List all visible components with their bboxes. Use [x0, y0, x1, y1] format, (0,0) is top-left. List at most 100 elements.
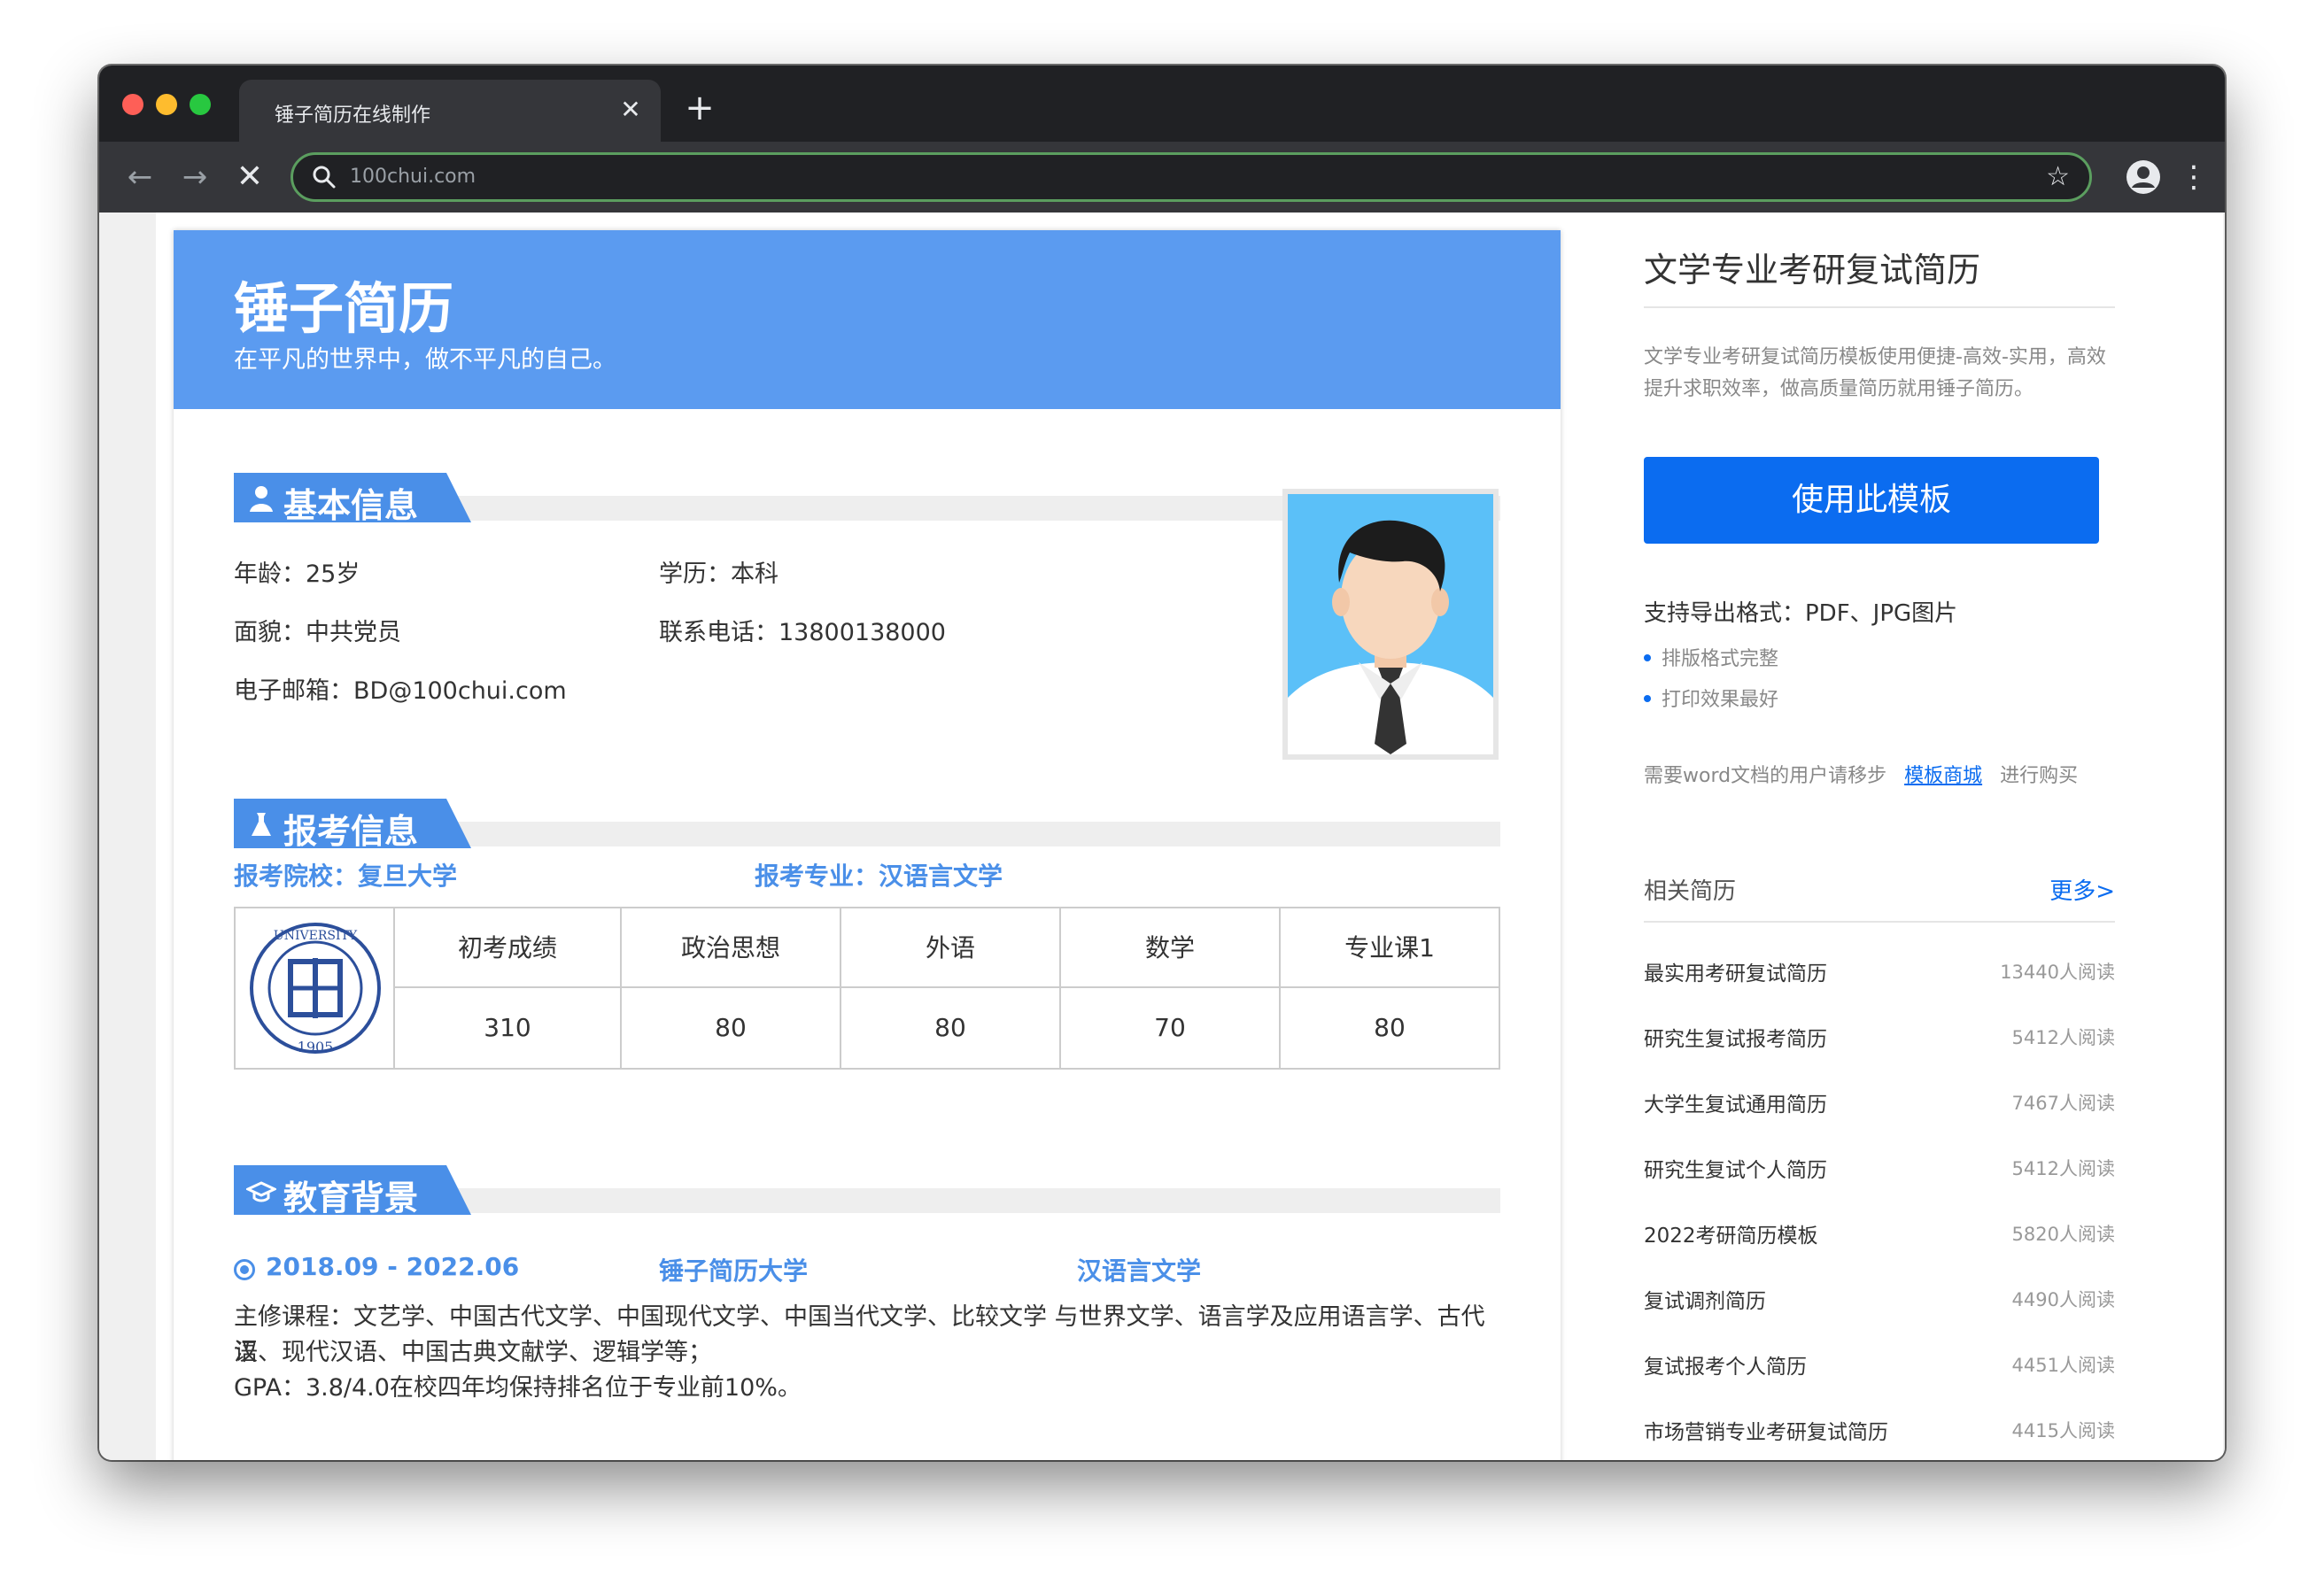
score-value: 310 [484, 1013, 531, 1042]
related-header: 相关简历 更多> [1644, 873, 2115, 926]
score-value: 70 [1154, 1013, 1186, 1042]
related-item[interactable]: 2022考研简历模板 5820人阅读 [1644, 1218, 2115, 1254]
score-value: 80 [1374, 1013, 1406, 1042]
score-column: 专业课1 80 [1281, 908, 1499, 1068]
related-item-count: 5412人阅读 [2011, 1027, 2115, 1048]
active-tab[interactable]: 锤子简历在线制作 ✕ [239, 80, 661, 142]
related-item-count: 5820人阅读 [2011, 1224, 2115, 1245]
section-title: 基本信息 [283, 486, 419, 525]
target-major: 报考专业：汉语言文学 [755, 862, 1003, 891]
related-item[interactable]: 市场营销专业考研复试简历 4415人阅读 [1644, 1415, 2115, 1450]
browser-window: 锤子简历在线制作 ✕ + ← → ✕ 100chui.com ☆ ⋮ 锤子简历 … [99, 66, 2225, 1460]
email-field: 电子邮箱：BD@100chui.com [234, 677, 567, 705]
divider [1644, 921, 2115, 923]
related-item-count: 13440人阅读 [2000, 962, 2115, 983]
related-item[interactable]: 研究生复试报考简历 5412人阅读 [1644, 1022, 2115, 1057]
address-bar[interactable]: 100chui.com ☆ [290, 152, 2092, 202]
university-logo: UNIVERSITY 1905 [236, 908, 395, 1068]
bookmark-star-icon[interactable]: ☆ [2046, 162, 2070, 192]
edu-courses-line2: 语、现代汉语、中国古典文献学、逻辑学等； [234, 1339, 712, 1366]
related-item[interactable]: 复试调剂简历 4490人阅读 [1644, 1284, 2115, 1319]
score-column: 数学 70 [1061, 908, 1281, 1068]
fudan-seal-icon: UNIVERSITY 1905 [250, 923, 381, 1055]
bullet-dot-icon [1644, 654, 1651, 661]
section-title: 报考信息 [283, 812, 419, 851]
close-window-button[interactable] [122, 94, 143, 115]
related-item-name[interactable]: 市场营销专业考研复试简历 [1644, 1415, 1888, 1445]
tab-close-icon[interactable]: ✕ [616, 96, 645, 124]
section-education: 教育背景 [234, 1165, 1500, 1215]
related-item-count: 4490人阅读 [2011, 1289, 2115, 1310]
browser-menu-icon[interactable]: ⋮ [2179, 159, 2209, 195]
politics-field: 面貌：中共党员 [234, 619, 401, 646]
related-item-name[interactable]: 大学生复试通用简历 [1644, 1087, 1827, 1117]
stop-loading-icon[interactable]: ✕ [230, 158, 269, 197]
related-item-count: 4451人阅读 [2011, 1355, 2115, 1376]
edu-major: 汉语言文学 [1077, 1256, 1202, 1286]
related-item-name[interactable]: 研究生复试报考简历 [1644, 1022, 1827, 1052]
resume-subtitle: 在平凡的世界中，做不平凡的自己。 [234, 346, 616, 374]
related-item-name[interactable]: 复试调剂简历 [1644, 1284, 1766, 1314]
edu-period: 2018.09 - 2022.06 [266, 1252, 520, 1281]
feature-text: 打印效果最好 [1662, 689, 1779, 711]
avatar-illustration-icon [1288, 494, 1493, 754]
section-exam-info: 报考信息 [234, 799, 1500, 848]
profile-avatar-icon[interactable] [2126, 159, 2161, 195]
maximize-window-button[interactable] [190, 94, 211, 115]
related-item-name[interactable]: 2022考研简历模板 [1644, 1218, 1818, 1248]
resume-header: 锤子简历 在平凡的世界中，做不平凡的自己。 [174, 230, 1561, 409]
tab-title: 锤子简历在线制作 [275, 104, 431, 127]
feature-bullet: 打印效果最好 [1644, 684, 1778, 712]
resume-title: 锤子简历 [234, 276, 454, 341]
word-notice: 需要word文档的用户请移步 模板商城 进行购买 [1644, 760, 2078, 788]
related-item-count: 5412人阅读 [2011, 1158, 2115, 1179]
related-item[interactable]: 复试报考个人简历 4451人阅读 [1644, 1349, 2115, 1385]
template-sidebar: 文学专业考研复试简历 文学专业考研复试简历模板使用便捷-高效-实用，高效提升求职… [1607, 213, 2223, 1460]
word-prefix: 需要word文档的用户请移步 [1644, 765, 1887, 787]
resume-preview: 锤子简历 在平凡的世界中，做不平凡的自己。 基本信息 年龄：25岁 学历：本科 … [174, 230, 1561, 1460]
search-icon [313, 166, 336, 189]
related-item[interactable]: 大学生复试通用简历 7467人阅读 [1644, 1087, 2115, 1123]
section-title: 教育背景 [283, 1179, 419, 1217]
svg-text:1905: 1905 [298, 1039, 334, 1055]
divider [1644, 306, 2115, 308]
forward-arrow-icon[interactable]: → [175, 158, 214, 197]
profile-photo [1282, 489, 1499, 760]
related-item-name[interactable]: 研究生复试个人简历 [1644, 1153, 1827, 1183]
related-title: 相关简历 [1644, 878, 1737, 905]
score-header: 初考成绩 [395, 908, 620, 988]
related-item-name[interactable]: 最实用考研复试简历 [1644, 956, 1827, 986]
template-description: 文学专业考研复试简历模板使用便捷-高效-实用，高效提升求职效率，做高质量简历就用… [1644, 346, 2106, 400]
template-mall-link[interactable]: 模板商城 [1904, 765, 1982, 787]
score-header: 外语 [841, 908, 1059, 988]
age-field: 年龄：25岁 [234, 560, 360, 588]
score-column: 政治思想 80 [622, 908, 841, 1068]
use-template-button[interactable]: 使用此模板 [1644, 457, 2099, 544]
url-text[interactable]: 100chui.com [350, 166, 476, 188]
related-item[interactable]: 研究生复试个人简历 5412人阅读 [1644, 1153, 2115, 1188]
score-value: 80 [715, 1013, 747, 1042]
score-table: UNIVERSITY 1905 初考成绩 310 政治思想 80 外语 80 数… [234, 907, 1500, 1070]
svg-text:UNIVERSITY: UNIVERSITY [274, 929, 358, 943]
related-item-name[interactable]: 复试报考个人简历 [1644, 1349, 1807, 1379]
score-header: 专业课1 [1281, 908, 1499, 988]
related-item[interactable]: 最实用考研复试简历 13440人阅读 [1644, 956, 2115, 992]
more-link[interactable]: 更多> [2049, 873, 2115, 906]
flask-icon [252, 813, 271, 836]
minimize-window-button[interactable] [156, 94, 177, 115]
word-suffix: 进行购买 [2000, 765, 2079, 787]
new-tab-button[interactable]: + [682, 90, 717, 126]
bullet-dot-icon [1644, 695, 1651, 702]
timeline-dot-icon [234, 1259, 255, 1280]
section-tab: 教育背景 [234, 1165, 471, 1215]
target-school: 报考院校：复旦大学 [234, 862, 458, 891]
feature-bullet: 排版格式完整 [1644, 643, 1778, 671]
back-arrow-icon[interactable]: ← [120, 158, 159, 197]
page-viewport: 锤子简历 在平凡的世界中，做不平凡的自己。 基本信息 年龄：25岁 学历：本科 … [99, 213, 2225, 1460]
feature-text: 排版格式完整 [1662, 648, 1779, 670]
graduation-cap-icon [246, 1181, 276, 1202]
score-value: 80 [934, 1013, 966, 1042]
section-tab: 报考信息 [234, 799, 471, 848]
user-icon [250, 486, 273, 512]
edu-school: 锤子简历大学 [659, 1256, 809, 1286]
